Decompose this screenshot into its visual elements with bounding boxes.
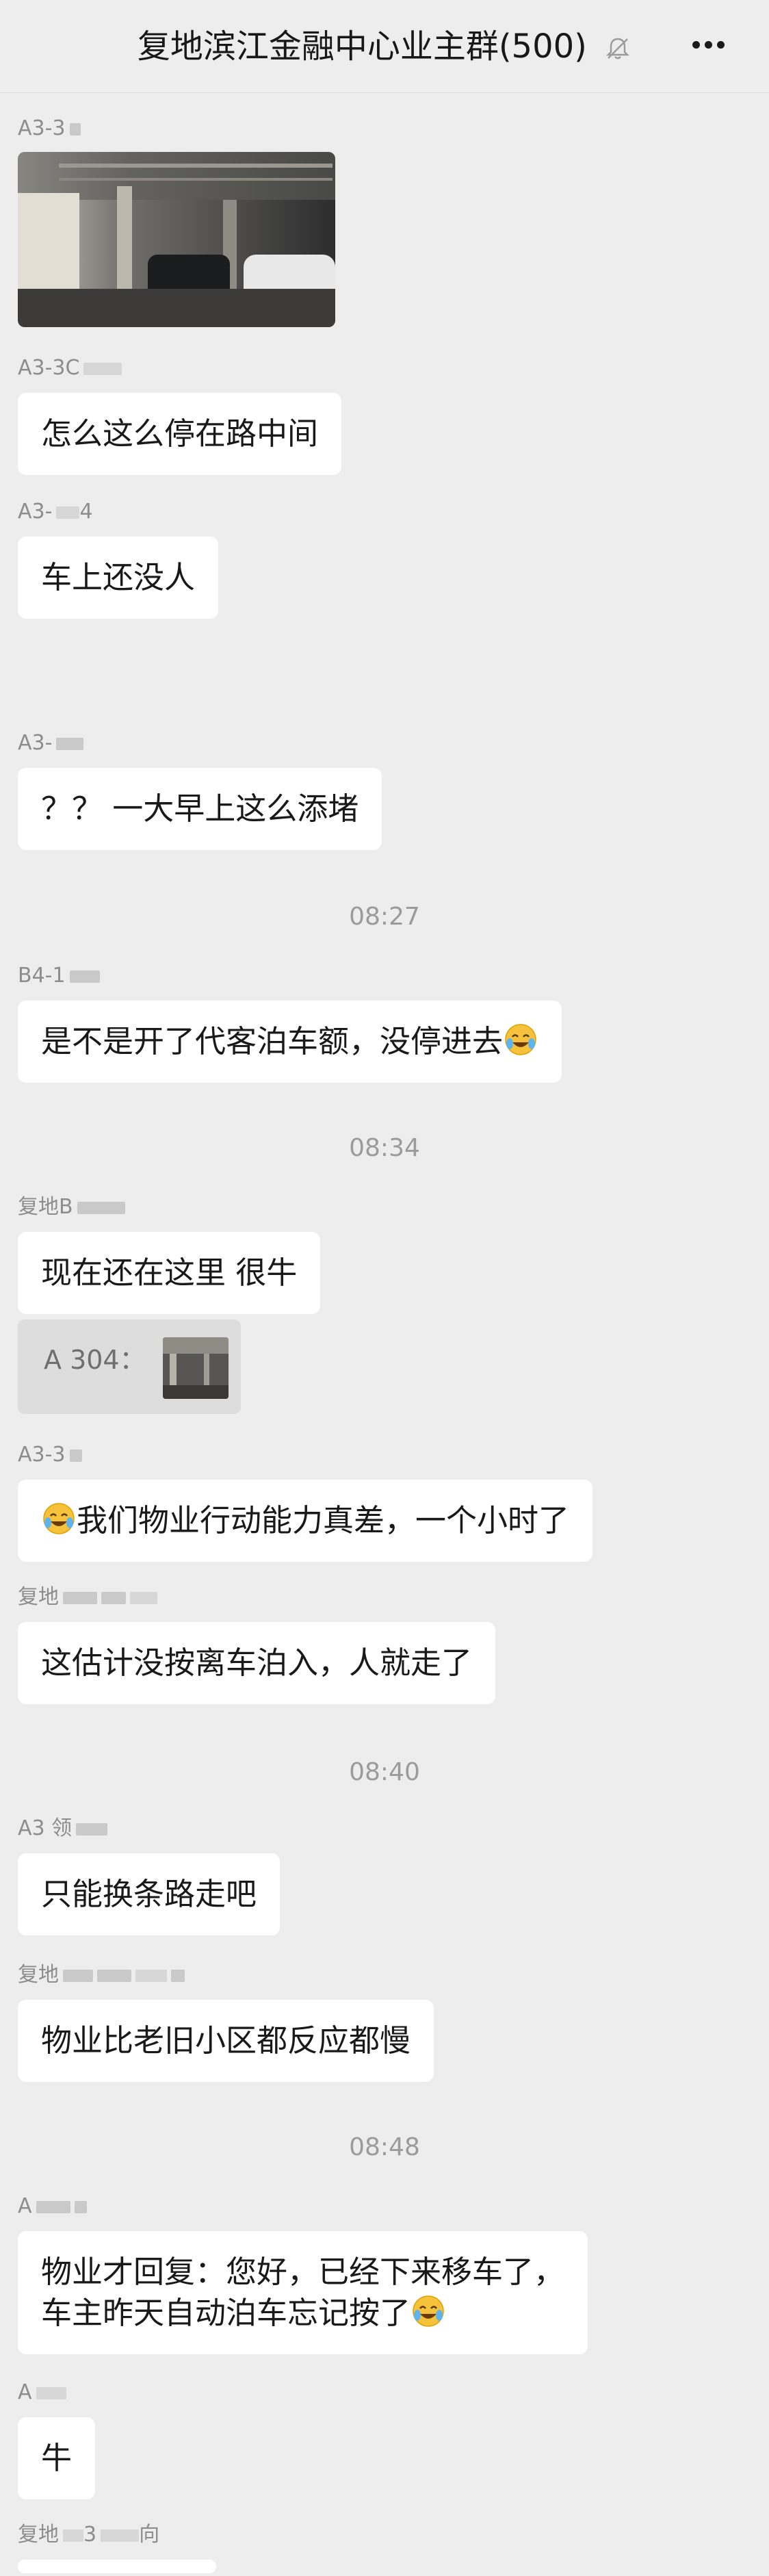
message-item: A 牛 [18, 2380, 96, 2499]
more-dots-icon[interactable] [692, 34, 733, 57]
message-item: A3-3 [18, 116, 335, 327]
bell-muted-icon [606, 38, 630, 60]
message-item: A3- 4 车上还没人 [18, 500, 219, 619]
message-text-line: 车主昨天自动泊车忘记按了 [41, 2293, 564, 2334]
sender-name: 复地 [18, 1585, 495, 1610]
timestamp: 08:27 [349, 903, 420, 931]
quoted-message[interactable]: A 304： [18, 1319, 241, 1414]
sender-name: A [18, 2380, 95, 2405]
sender-name: A [18, 2194, 588, 2219]
chat-title-wrap: 复地滨江金融中心业主群(500) [0, 26, 769, 67]
message-text: 我们物业行动能力真差，一个小时了 [77, 1502, 570, 1538]
chat-title: 复地滨江金融中心业主群(500) [137, 27, 587, 66]
timestamp: 08:34 [349, 1134, 420, 1162]
message-bubble[interactable]: 牛 [18, 2417, 96, 2499]
sender-name: 复地B [18, 1195, 320, 1220]
sender-name: A3- [18, 731, 382, 756]
sender-name: A3 领 [18, 1816, 280, 1841]
message-item: A 物业才回复：您好，已经下来移车了， 车主昨天自动泊车忘记按了 [18, 2194, 588, 2354]
sender-name: A3-3C [18, 356, 341, 381]
message-item: 复地 3 向 [18, 2523, 216, 2576]
message-text-line: 物业才回复：您好，已经下来移车了， [41, 2254, 565, 2290]
message-item: 复地B 现在还在这里 很牛 [18, 1195, 321, 1314]
crying-laughing-emoji [413, 2295, 444, 2327]
timestamp: 08:48 [349, 2133, 420, 2161]
message-item: A3-3 我们物业行动能力真差，一个小时了 [18, 1443, 593, 1562]
message-bubble[interactable]: 现在还在这里 很牛 [18, 1232, 321, 1314]
message-bubble[interactable]: 怎么这么停在路中间 [18, 393, 342, 475]
sender-name: 复地 [18, 1963, 434, 1987]
crying-laughing-emoji [43, 1503, 75, 1534]
sender-name: A3-3 [18, 1443, 592, 1467]
message-item: 复地 物业比老旧小区都反应都慢 [18, 1963, 434, 2082]
message-bubble[interactable]: 物业才回复：您好，已经下来移车了， 车主昨天自动泊车忘记按了 [18, 2231, 588, 2354]
message-item: A3 领 只能换条路走吧 [18, 1816, 281, 1935]
message-text: 是不是开了代客泊车额，没停进去 [41, 1023, 504, 1059]
sender-name: A3-3 [18, 116, 335, 141]
sender-name: A3- 4 [18, 500, 93, 524]
message-bubble[interactable]: 物业比老旧小区都反应都慢 [18, 2000, 434, 2082]
message-item: A3- ？？ 一大早上这么添堵 [18, 731, 382, 850]
message-item: B4-1 是不是开了代客泊车额，没停进去 [18, 964, 562, 1083]
parking-garage-photo[interactable] [18, 152, 335, 327]
timestamp: 08:40 [349, 1758, 420, 1786]
message-bubble[interactable]: 只能换条路走吧 [18, 1853, 281, 1935]
chat-header: 复地滨江金融中心业主群(500) [0, 0, 769, 93]
quote-text: A 304： [44, 1345, 146, 1375]
message-bubble[interactable]: 这估计没按离车泊入，人就走了 [18, 1622, 496, 1704]
message-bubble[interactable]: 是不是开了代客泊车额，没停进去 [18, 1001, 562, 1083]
message-bubble[interactable]: ？？ 一大早上这么添堵 [18, 768, 382, 850]
message-item: A3-3C 怎么这么停在路中间 [18, 356, 342, 475]
sender-name: B4-1 [18, 964, 562, 988]
message-bubble[interactable] [18, 2560, 216, 2573]
message-item: 复地 这估计没按离车泊入，人就走了 [18, 1585, 496, 1704]
crying-laughing-emoji [505, 1024, 536, 1055]
message-bubble[interactable]: 车上还没人 [18, 537, 219, 619]
sender-name: 复地 3 向 [18, 2523, 160, 2547]
quote-thumbnail [163, 1337, 229, 1399]
message-bubble[interactable]: 我们物业行动能力真差，一个小时了 [18, 1480, 593, 1562]
